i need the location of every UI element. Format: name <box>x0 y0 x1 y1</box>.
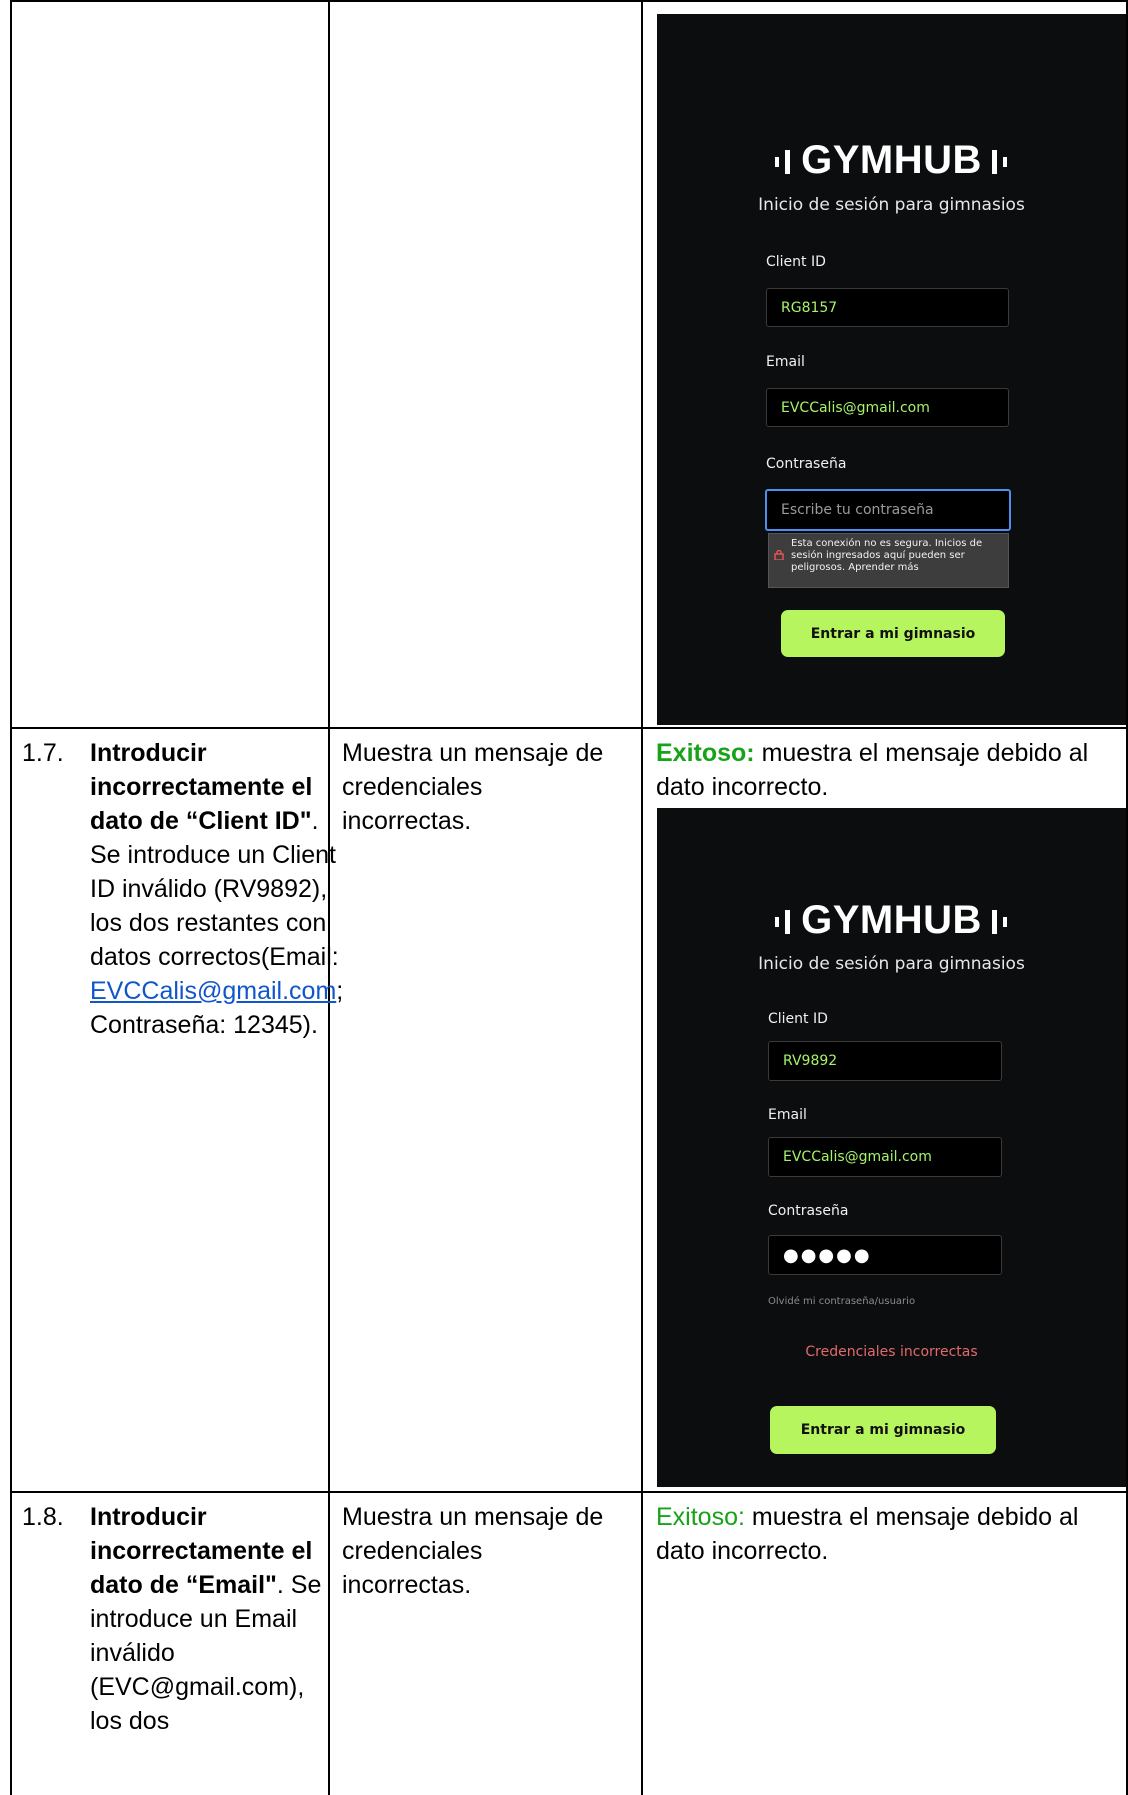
result-status: Exitoso: <box>656 739 755 767</box>
brand-logo: GYMHUB <box>657 898 1126 943</box>
dumbbell-right-icon <box>991 150 1007 175</box>
step-number: 1.7. <box>22 739 64 767</box>
client-id-field: RV9892 <box>768 1041 1002 1081</box>
tooltip-text: Esta conexión no es segura. Inicios de s… <box>791 538 983 573</box>
forgot-password-link: Olvidé mi contraseña/usuario <box>768 1296 916 1307</box>
password-field: Escribe tu contraseña <box>765 489 1011 531</box>
step-number: 1.8. <box>22 1503 64 1531</box>
password-field: ●●●●● <box>768 1235 1002 1275</box>
insecure-connection-tooltip: Esta conexión no es segura. Inicios de s… <box>768 533 1009 588</box>
dumbbell-left-icon <box>775 910 791 935</box>
login-subtitle: Inicio de sesión para gimnasios <box>758 195 1025 215</box>
app-screenshot-1-7: GYMHUB Inicio de sesión para gimnasios C… <box>657 808 1126 1487</box>
client-id-label: Client ID <box>768 1011 828 1027</box>
error-message: Credenciales incorrectas <box>805 1344 978 1360</box>
password-dots: ●●●●● <box>783 1244 872 1266</box>
brand-logo: GYMHUB <box>657 138 1126 183</box>
result-status: Exitoso: <box>656 1503 745 1531</box>
warning-lock-icon <box>774 550 784 560</box>
client-id-label: Client ID <box>766 254 826 270</box>
expected-result-1-8: Muestra un mensaje de credenciales incor… <box>342 1503 604 1599</box>
email-field: EVCCalis@gmail.com <box>768 1137 1002 1177</box>
row-divider-2 <box>10 1491 1128 1493</box>
app-screenshot-top: GYMHUB Inicio de sesión para gimnasios C… <box>657 14 1126 725</box>
enter-gym-button: Entrar a mi gimnasio <box>781 610 1005 657</box>
enter-gym-button: Entrar a mi gimnasio <box>770 1406 996 1454</box>
password-label: Contraseña <box>766 456 847 472</box>
password-label: Contraseña <box>768 1203 849 1219</box>
email-field: EVCCalis@gmail.com <box>766 388 1009 427</box>
actual-result-1-7: Exitoso: muestra el mensaje debido al da… <box>656 736 1116 804</box>
dumbbell-right-icon <box>991 910 1007 935</box>
table-border-left <box>10 0 12 1795</box>
row-divider-1 <box>10 727 1128 729</box>
actual-result-1-8: Exitoso: muestra el mensaje debido al da… <box>656 1500 1116 1568</box>
expected-result-1-7: Muestra un mensaje de credenciales incor… <box>342 739 604 835</box>
email-label: Email <box>766 354 805 370</box>
client-id-field: RG8157 <box>766 288 1009 327</box>
brand-name: GYMHUB <box>801 138 982 182</box>
email-link[interactable]: EVCCalis@gmail.com <box>90 977 336 1005</box>
table-border-top <box>10 0 1128 2</box>
email-label: Email <box>768 1107 807 1123</box>
step-title: Introducir incorrectamente el dato de “C… <box>90 739 313 835</box>
login-subtitle: Inicio de sesión para gimnasios <box>758 954 1025 974</box>
dumbbell-left-icon <box>775 150 791 175</box>
column-divider-2 <box>641 0 643 1795</box>
brand-name: GYMHUB <box>801 898 982 942</box>
